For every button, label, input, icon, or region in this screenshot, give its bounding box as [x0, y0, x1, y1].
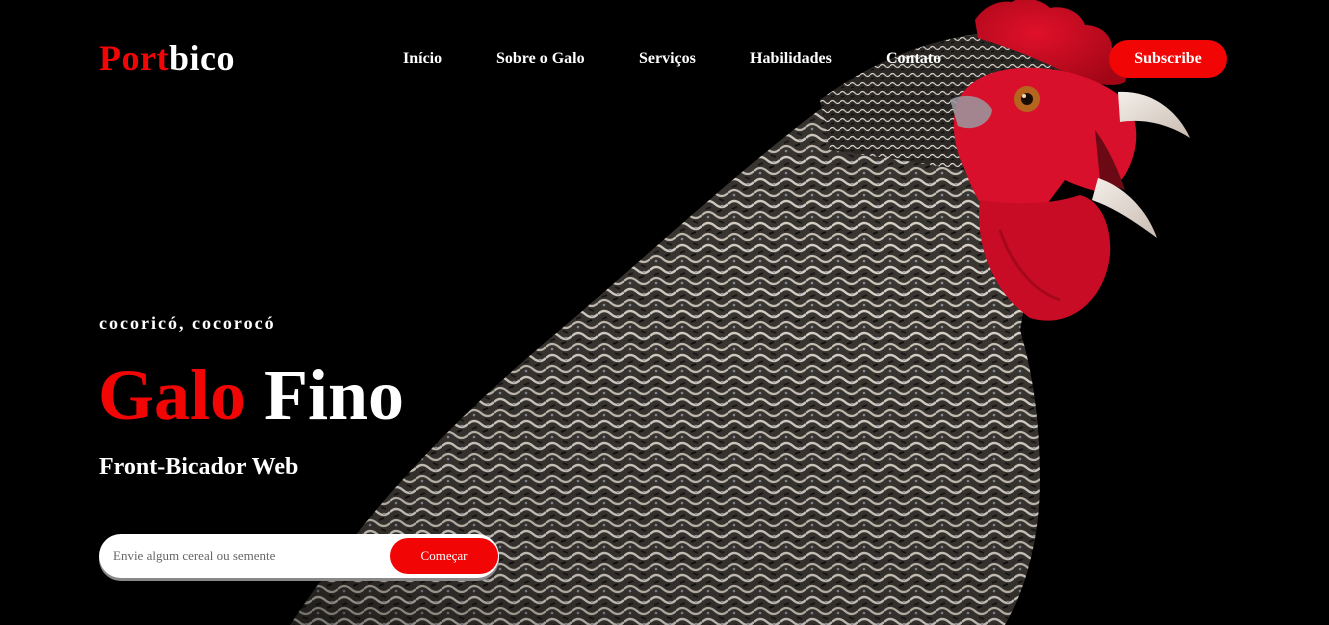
hero-title-rest: Fino — [264, 355, 405, 435]
nav-link-servicos[interactable]: Serviços — [639, 49, 696, 69]
page: Portbico Início Sobre o Galo Serviços Ha… — [0, 0, 1329, 625]
nav-link-contato[interactable]: Contato — [886, 49, 941, 69]
seed-form: Começar — [99, 534, 499, 578]
logo-text: bico — [168, 38, 235, 78]
start-button[interactable]: Começar — [390, 538, 498, 574]
hero-title: Galo Fino — [98, 355, 404, 435]
hero-tagline: cocoricó, cocorocó — [99, 313, 276, 333]
nav-link-inicio[interactable]: Início — [403, 49, 442, 69]
hero-subtitle: Front-Bicador Web — [99, 454, 299, 480]
subscribe-button[interactable]: Subscribe — [1109, 40, 1227, 78]
hero-title-accent: Galo — [98, 355, 247, 435]
logo[interactable]: Portbico — [99, 37, 235, 79]
logo-accent-text: Port — [99, 38, 169, 78]
nav-link-sobre-o-galo[interactable]: Sobre o Galo — [496, 49, 585, 69]
seed-input[interactable] — [113, 534, 383, 578]
nav-link-habilidades[interactable]: Habilidades — [750, 49, 832, 69]
